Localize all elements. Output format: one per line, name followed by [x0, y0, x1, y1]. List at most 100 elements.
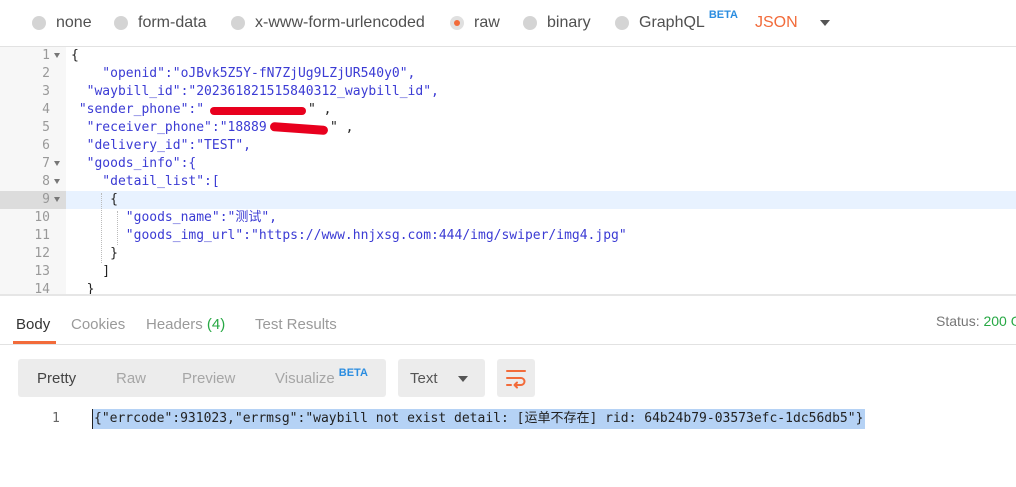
line-number: 7 [42, 156, 50, 171]
code-text: "receiver_phone":"18889 [71, 120, 267, 135]
code-text: ] [71, 264, 111, 279]
editor-gutter: 7 [0, 155, 66, 173]
line-number: 6 [42, 138, 50, 153]
body-type-label: x-www-form-urlencoded [255, 14, 425, 31]
editor-gutter: 9 [0, 191, 66, 209]
editor-gutter: 8 [0, 173, 66, 191]
editor-gutter: 2 [0, 65, 66, 83]
editor-line: 12 } [0, 245, 1016, 263]
radio-icon[interactable] [523, 16, 537, 30]
line-number: 1 [42, 48, 50, 63]
editor-line: 14 } [0, 281, 1016, 295]
body-type-raw-option[interactable]: raw [450, 12, 500, 34]
editor-gutter: 6 [0, 137, 66, 155]
fold-arrow-icon[interactable] [54, 53, 60, 58]
editor-gutter: 12 [0, 245, 66, 263]
tab-headers[interactable]: Headers (4) [146, 316, 225, 333]
body-type-label: raw [474, 14, 500, 31]
fold-arrow-icon[interactable] [54, 197, 60, 202]
editor-gutter: 1 [0, 47, 66, 65]
body-type-label: GraphQL [639, 14, 705, 31]
raw-language-label: JSON [755, 14, 798, 31]
line-number: 9 [42, 192, 50, 207]
code-text: "openid":"oJBvk5Z5Y-fN7ZjUg9LZjUR540y0", [71, 66, 416, 81]
code-text: "goods_img_url":"https://www.hnjxsg.com:… [71, 228, 627, 243]
editor-gutter: 4 [0, 101, 66, 119]
code-text: } [71, 246, 118, 261]
wrap-lines-button[interactable] [497, 359, 535, 397]
chevron-down-icon [819, 20, 830, 26]
body-type-none-option[interactable]: none [32, 12, 92, 34]
body-type-selector: none form-data x-www-form-urlencoded raw… [0, 0, 1016, 46]
line-number: 8 [42, 174, 50, 189]
response-body-text[interactable]: {"errcode":931023,"errmsg":"waybill not … [92, 409, 866, 429]
indent-guide [101, 193, 102, 263]
editor-line: 1 { [0, 47, 1016, 65]
editor-line: 10 "goods_name":"测试", [0, 209, 1016, 227]
editor-line: 11 "goods_img_url":"https://www.hnjxsg.c… [0, 227, 1016, 245]
redaction-mark [269, 121, 329, 136]
indent-guide [117, 211, 118, 245]
body-type-label: form-data [138, 14, 207, 31]
body-type-form-data-option[interactable]: form-data [114, 12, 206, 34]
code-text: { [71, 48, 79, 63]
body-type-label: none [56, 14, 92, 31]
status-value: 200 O [983, 313, 1016, 329]
editor-line: 6 "delivery_id":"TEST", [0, 137, 1016, 155]
fold-arrow-icon[interactable] [54, 179, 60, 184]
line-number: 4 [42, 102, 50, 117]
line-number: 10 [34, 210, 50, 225]
editor-gutter: 3 [0, 83, 66, 101]
radio-icon[interactable] [615, 16, 629, 30]
line-number: 2 [42, 66, 50, 81]
editor-line-active: 9 { [0, 191, 1016, 209]
code-text: "delivery_id":"TEST", [71, 138, 252, 153]
code-text: "waybill_id":"202361821515840312_waybill… [71, 84, 439, 99]
editor-line: 5 "receiver_phone":"18889 " , [0, 119, 1016, 137]
response-line-number: 1 [52, 411, 60, 426]
visualize-label: Visualize [275, 370, 335, 387]
body-type-binary-option[interactable]: binary [523, 12, 591, 34]
response-status: Status: 200 O [936, 313, 1016, 329]
radio-selected-icon[interactable] [450, 16, 464, 30]
redaction-mark [210, 107, 306, 115]
code-text: " , [308, 102, 332, 117]
editor-line: 8 "detail_list":[ [0, 173, 1016, 191]
code-text: "detail_list":[ [71, 174, 220, 189]
active-tab-indicator [13, 341, 56, 344]
line-number: 11 [34, 228, 50, 243]
editor-gutter: 11 [0, 227, 66, 245]
format-dropdown[interactable]: Text [398, 359, 485, 397]
tab-test-results[interactable]: Test Results [255, 316, 337, 333]
line-number: 13 [34, 264, 50, 279]
radio-icon[interactable] [231, 16, 245, 30]
response-tabs: Body Cookies Headers (4) Test Results St… [0, 296, 1016, 345]
fold-arrow-icon[interactable] [54, 161, 60, 166]
visualize-button[interactable]: Visualize BETA [275, 367, 368, 387]
editor-gutter: 5 [0, 119, 66, 137]
radio-icon[interactable] [114, 16, 128, 30]
editor-line: 7 "goods_info":{ [0, 155, 1016, 173]
body-type-graphql-option[interactable]: GraphQL BETA [615, 9, 738, 34]
beta-badge: BETA [708, 9, 738, 21]
code-text: " , [330, 120, 354, 135]
pretty-button[interactable]: Pretty [37, 370, 76, 387]
tab-cookies[interactable]: Cookies [71, 316, 125, 333]
code-text: { [71, 192, 118, 207]
status-label: Status: [936, 313, 980, 329]
editor-gutter: 13 [0, 263, 66, 281]
tab-body[interactable]: Body [16, 316, 50, 333]
view-mode-selector: Pretty Raw Preview Visualize BETA [18, 359, 386, 397]
radio-icon[interactable] [32, 16, 46, 30]
code-text: } [71, 282, 95, 295]
headers-count: (4) [206, 316, 226, 333]
raw-language-dropdown[interactable]: JSON [755, 12, 830, 34]
line-number: 5 [42, 120, 50, 135]
line-number: 3 [42, 84, 50, 99]
preview-button[interactable]: Preview [182, 370, 235, 387]
code-text: "sender_phone":" [71, 102, 205, 117]
tab-headers-label: Headers [146, 316, 203, 333]
request-body-editor[interactable]: 1 { 2 "openid":"oJBvk5Z5Y-fN7ZjUg9LZjUR5… [0, 46, 1016, 295]
body-type-urlencoded-option[interactable]: x-www-form-urlencoded [231, 12, 425, 34]
raw-button[interactable]: Raw [116, 370, 146, 387]
